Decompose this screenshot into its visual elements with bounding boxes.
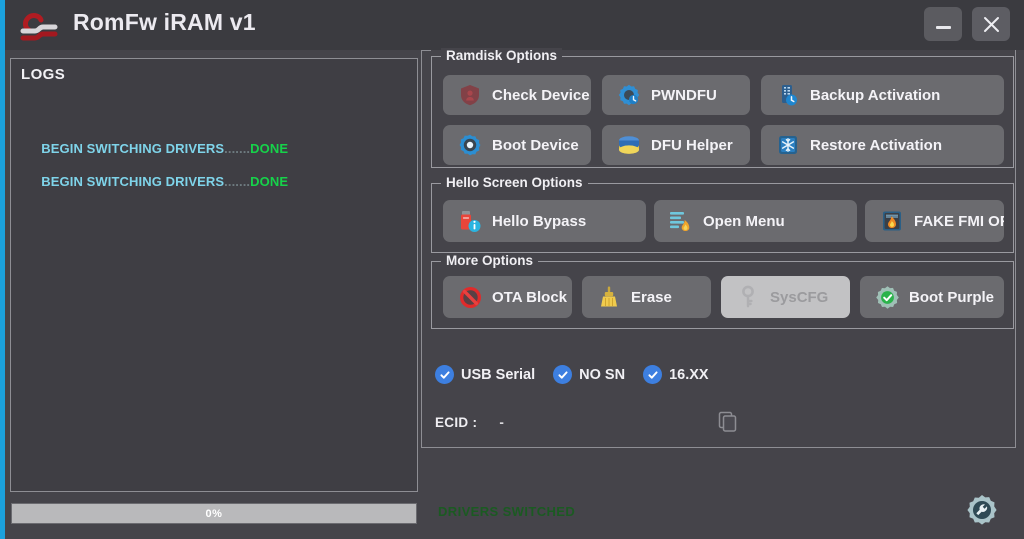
- checkbox-16xx-label: 16.XX: [669, 366, 709, 383]
- ota-block-label: OTA Block: [492, 288, 568, 306]
- backup-blue-icon: [775, 82, 801, 108]
- shield-red-icon: [457, 82, 483, 108]
- syscfg-label: SysCFG: [770, 288, 829, 306]
- group-more-options: More Options OTA Block Erase SysCFG Boot…: [431, 253, 1014, 329]
- group-ramdisk-legend: Ramdisk Options: [441, 48, 563, 63]
- right-options-panel: Ramdisk Options Check Device PWNDFU Back…: [421, 48, 1016, 448]
- checkbox-16xx[interactable]: 16.XX: [643, 365, 709, 384]
- log-line-dots: .......: [224, 141, 251, 156]
- logs-title: LOGS: [21, 66, 66, 83]
- gear-blue-icon: [616, 82, 642, 108]
- titlebar: RomFw iRAM v1: [5, 0, 1024, 50]
- pwndfu-label: PWNDFU: [651, 86, 717, 104]
- backup-activation-button[interactable]: Backup Activation: [761, 75, 1004, 115]
- romfw-logo-icon: [15, 6, 63, 46]
- usb-info-icon: [457, 208, 483, 234]
- restore-activation-label: Restore Activation: [810, 136, 942, 154]
- ecid-label: ECID :: [435, 414, 478, 430]
- check-icon: [435, 365, 454, 384]
- hello-bypass-button[interactable]: Hello Bypass: [443, 200, 646, 242]
- dfu-helper-button[interactable]: DFU Helper: [602, 125, 750, 165]
- log-line-status: DONE: [250, 141, 289, 156]
- log-line-dots: .......: [224, 174, 251, 189]
- log-line-label: BEGIN SWITCHING DRIVERS: [41, 141, 225, 156]
- ecid-row: ECID : -: [435, 410, 739, 434]
- group-more-legend: More Options: [441, 253, 538, 268]
- app-title: RomFw iRAM v1: [73, 9, 256, 35]
- check-device-button[interactable]: Check Device: [443, 75, 591, 115]
- log-line: BEGIN SWITCHING DRIVERS.......DONE: [19, 159, 288, 204]
- progress-bar: 0%: [11, 503, 417, 524]
- snowflake-blue-icon: [775, 132, 801, 158]
- boot-device-button[interactable]: Boot Device: [443, 125, 591, 165]
- settings-button[interactable]: [965, 493, 999, 527]
- boot-purple-button[interactable]: Boot Purple: [860, 276, 1004, 318]
- check-icon: [643, 365, 663, 384]
- gear-check-icon: [874, 284, 900, 310]
- fake-fmi-off-label: FAKE FMI OFF: [914, 212, 1004, 230]
- app-window: RomFw iRAM v1 LOGS BEGIN SWITCHING DRIVE…: [0, 0, 1024, 539]
- check-icon: [553, 365, 573, 384]
- close-icon: [983, 16, 999, 32]
- disk-yellow-icon: [616, 132, 642, 158]
- boot-device-label: Boot Device: [492, 136, 579, 154]
- check-device-label: Check Device: [492, 86, 590, 104]
- gear-boot-icon: [457, 132, 483, 158]
- menu-list-icon: [668, 208, 694, 234]
- restore-activation-button[interactable]: Restore Activation: [761, 125, 1004, 165]
- pwndfu-button[interactable]: PWNDFU: [602, 75, 750, 115]
- close-button[interactable]: [972, 7, 1010, 41]
- key-icon: [735, 284, 761, 310]
- erase-button[interactable]: Erase: [582, 276, 711, 318]
- gear-wrench-icon: [967, 495, 997, 525]
- checkbox-no-sn[interactable]: NO SN: [553, 365, 625, 384]
- group-hello-screen-options: Hello Screen Options Hello Bypass Open M…: [431, 175, 1014, 253]
- fake-fmi-off-button[interactable]: FAKE FMI OFF: [865, 200, 1004, 242]
- group-hello-legend: Hello Screen Options: [441, 175, 588, 190]
- minimize-button[interactable]: [924, 7, 962, 41]
- copy-icon: [719, 411, 737, 432]
- checkbox-usb-serial-label: USB Serial: [461, 366, 536, 383]
- broom-icon: [596, 284, 622, 310]
- ecid-value: -: [499, 414, 504, 430]
- block-red-icon: [457, 284, 483, 310]
- backup-activation-label: Backup Activation: [810, 86, 941, 104]
- left-accent-strip: [0, 0, 5, 539]
- log-line-status: DONE: [250, 174, 289, 189]
- open-menu-label: Open Menu: [703, 212, 785, 230]
- ota-block-button[interactable]: OTA Block: [443, 276, 572, 318]
- open-menu-button[interactable]: Open Menu: [654, 200, 857, 242]
- checkbox-usb-serial[interactable]: USB Serial: [435, 365, 535, 384]
- hello-bypass-label: Hello Bypass: [492, 212, 587, 230]
- options-checkbox-row: USB Serial NO SN 16.XX: [435, 365, 718, 384]
- dfu-helper-label: DFU Helper: [651, 136, 733, 154]
- syscfg-button[interactable]: SysCFG: [721, 276, 850, 318]
- erase-label: Erase: [631, 288, 672, 306]
- minimize-icon: [935, 25, 951, 29]
- copy-ecid-button[interactable]: [717, 410, 739, 434]
- progress-label: 0%: [205, 507, 223, 520]
- group-ramdisk-options: Ramdisk Options Check Device PWNDFU Back…: [431, 48, 1014, 168]
- status-message: DRIVERS SWITCHED: [438, 504, 576, 519]
- logs-panel[interactable]: LOGS BEGIN SWITCHING DRIVERS.......DONE …: [10, 58, 418, 492]
- flame-icon: [879, 208, 905, 234]
- log-line-label: BEGIN SWITCHING DRIVERS: [41, 174, 225, 189]
- checkbox-no-sn-label: NO SN: [579, 366, 626, 383]
- boot-purple-label: Boot Purple: [909, 288, 994, 306]
